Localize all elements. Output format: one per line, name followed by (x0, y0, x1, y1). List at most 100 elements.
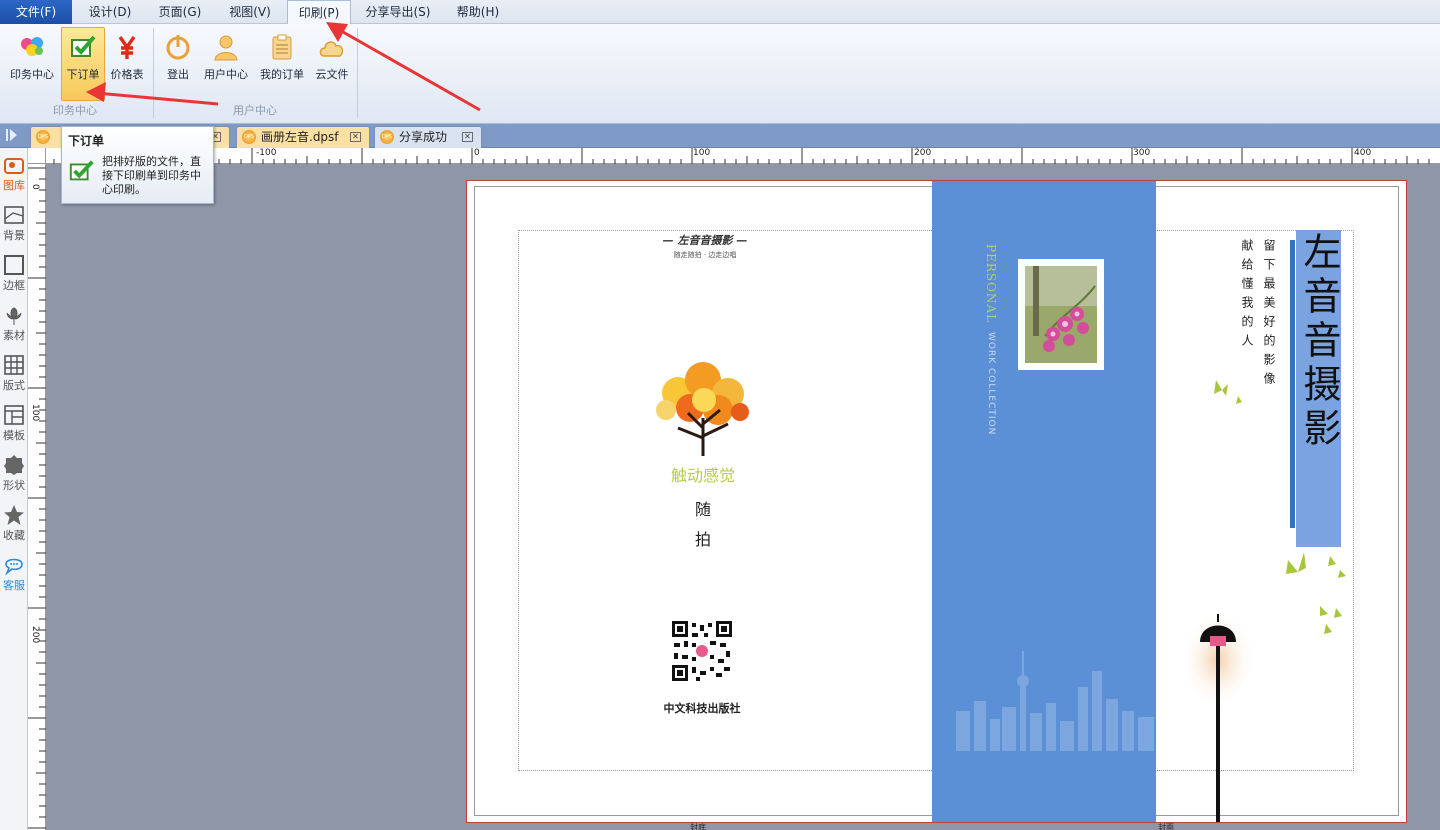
dps-file-icon: DPS (242, 130, 256, 144)
place-order-label: 下订单 (66, 68, 100, 81)
street-lamp-image (1182, 610, 1256, 822)
background-icon (4, 206, 24, 224)
back-subheader[interactable]: 随走随拍 · 边走边唱 (600, 250, 810, 260)
back-char-1[interactable]: 随 (688, 496, 718, 520)
publisher-name[interactable]: 中文科技出版社 (640, 700, 764, 716)
document-tab-bar: DPS ✕ DPS 画册左音.dpsf ✕ DPS 分享成功 ✕ (0, 124, 1440, 148)
tool-template[interactable]: 模板 (0, 400, 28, 450)
tool-layout[interactable]: 版式 (0, 350, 28, 400)
document-tab-share-success[interactable]: DPS 分享成功 ✕ (374, 126, 482, 148)
group-separator (357, 28, 358, 118)
print-center-button[interactable]: 印务中心 (6, 28, 58, 100)
tool-background-label: 背景 (3, 229, 25, 242)
document-tab-album[interactable]: DPS 画册左音.dpsf ✕ (236, 126, 370, 148)
ruler-label: 200 (914, 148, 932, 158)
tree-image[interactable] (648, 358, 758, 458)
star-icon (4, 505, 24, 525)
power-icon (166, 35, 190, 60)
cloud-icon (319, 41, 344, 57)
play-icon[interactable] (6, 128, 18, 142)
horizontal-ruler: -100 0 100 200 300 400 (28, 148, 1440, 164)
skyline-image (956, 651, 1154, 751)
place-order-tooltip: 下订单 把排好版的文件，直接下印刷单到印务中心印刷。 (61, 126, 214, 204)
tool-template-label: 模板 (3, 429, 25, 442)
place-order-button[interactable]: 下订单 (61, 27, 105, 101)
tool-material-label: 素材 (3, 329, 25, 342)
grid-icon (4, 355, 24, 375)
logout-label: 登出 (167, 68, 189, 81)
menu-bar: 文件(F) 设计(D) 页面(G) 视图(V) 印刷(P) 分享导出(S) 帮助… (0, 0, 1440, 25)
ruler-ticks (31, 148, 1430, 164)
tool-gallery-label: 图库 (3, 179, 25, 192)
spine-work-text[interactable]: WORK COLLECTION (986, 332, 996, 435)
tool-service-label: 客服 (3, 579, 25, 592)
menu-print[interactable]: 印刷(P) (287, 0, 351, 25)
dps-file-icon: DPS (36, 130, 50, 144)
spine-personal-text[interactable]: PERSONAL (984, 244, 998, 323)
back-header[interactable]: — 左音音摄影 — (600, 232, 810, 248)
cover-poem-line-1[interactable]: 留下最美好的影像 (1262, 239, 1276, 391)
front-cover-label: 封面 (1158, 823, 1174, 830)
ruler-corner (28, 148, 46, 164)
group-label-user-center: 用户中心 (233, 104, 277, 117)
puzzle-icon (21, 37, 43, 56)
orchid-photo (1025, 266, 1097, 363)
tooltip-body: 把排好版的文件，直接下印刷单到印务中心印刷。 (102, 155, 201, 196)
close-icon[interactable]: ✕ (350, 132, 361, 142)
ruler-label: 0 (30, 184, 40, 190)
tool-favorite[interactable]: 收藏 (0, 500, 28, 550)
tool-shape[interactable]: 形状 (0, 450, 28, 500)
checkbox-icon (69, 160, 94, 181)
group-separator (153, 28, 154, 118)
cloud-files-button[interactable]: 云文件 (312, 28, 352, 100)
tool-background[interactable]: 背景 (0, 200, 28, 250)
my-orders-label: 我的订单 (260, 68, 304, 81)
close-icon[interactable]: ✕ (462, 132, 473, 142)
back-char-2[interactable]: 拍 (688, 526, 718, 550)
cover-title[interactable]: 左音音摄影 (1296, 232, 1341, 452)
left-toolbar: 图库 背景 边框 素材 版式 模板 形状 收藏 客服 (0, 148, 28, 830)
menu-page[interactable]: 页面(G) (148, 0, 212, 24)
back-green-text[interactable]: 触动感觉 (648, 462, 758, 486)
border-icon (4, 255, 24, 275)
menu-file[interactable]: 文件(F) (0, 0, 72, 24)
menu-share-export[interactable]: 分享导出(S) (358, 0, 438, 24)
menu-view[interactable]: 视图(V) (218, 0, 282, 24)
price-list-label: 价格表 (110, 68, 144, 81)
ruler-label: 0 (474, 148, 480, 158)
tool-service[interactable]: 客服 (0, 550, 28, 600)
menu-help[interactable]: 帮助(H) (446, 0, 510, 24)
clipboard-icon (272, 34, 292, 60)
qr-code[interactable] (672, 621, 732, 681)
tool-border-label: 边框 (3, 279, 25, 292)
menu-design[interactable]: 设计(D) (78, 0, 142, 24)
tool-layout-label: 版式 (3, 379, 25, 392)
cloud-files-label: 云文件 (315, 68, 349, 81)
template-icon (4, 405, 24, 425)
checkbox-icon (71, 35, 96, 57)
ruler-label: 200 (30, 626, 40, 644)
group-label-print-center: 印务中心 (53, 104, 97, 117)
photo-frame[interactable] (1018, 259, 1104, 370)
shape-icon (4, 455, 24, 475)
cover-poem-line-2[interactable]: 献给懂我的人 (1240, 239, 1254, 353)
tool-gallery[interactable]: 图库 (0, 150, 28, 200)
my-orders-button[interactable]: 我的订单 (256, 28, 308, 100)
ruler-label: 100 (693, 148, 711, 158)
price-list-button[interactable]: 价格表 (107, 28, 147, 100)
tool-material[interactable]: 素材 (0, 300, 28, 350)
tool-favorite-label: 收藏 (3, 529, 25, 542)
tooltip-title: 下订单 (68, 134, 105, 148)
user-center-button[interactable]: 用户中心 (200, 28, 252, 100)
logout-button[interactable]: 登出 (160, 28, 196, 100)
ruler-label: 300 (1133, 148, 1151, 158)
user-icon (214, 35, 238, 61)
tool-border[interactable]: 边框 (0, 250, 28, 300)
butterfly-decoration (1286, 552, 1346, 634)
ruler-label: 100 (30, 404, 40, 422)
chat-icon (5, 558, 23, 576)
yen-icon (118, 36, 136, 59)
back-cover-label: 封底 (690, 823, 706, 830)
tab-label: 画册左音.dpsf (261, 130, 339, 144)
print-center-label: 印务中心 (10, 68, 54, 81)
